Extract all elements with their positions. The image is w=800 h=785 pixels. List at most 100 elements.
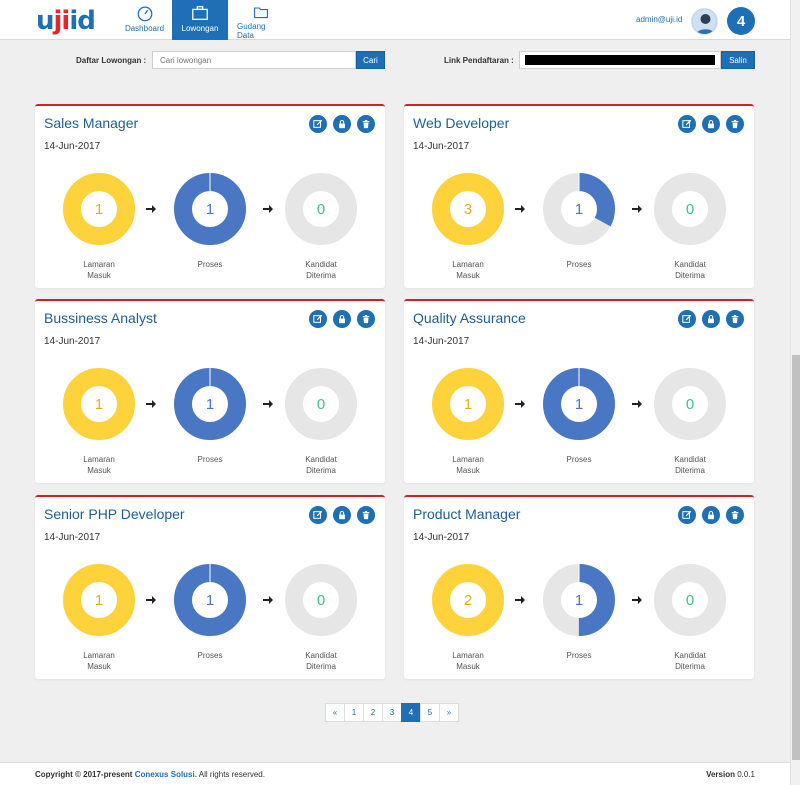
daftar-lowongan-label: Daftar Lowongan : bbox=[76, 56, 147, 65]
redacted-link bbox=[525, 55, 715, 65]
edit-icon bbox=[682, 314, 692, 323]
proses-donut: 1 bbox=[543, 173, 615, 245]
lock-icon bbox=[339, 315, 345, 324]
copyright-text: Copyright © 2017-present Conexus Solusi.… bbox=[35, 770, 265, 779]
arrow-right-icon bbox=[515, 596, 525, 604]
lamaran-masuk-donut: 1 bbox=[63, 368, 135, 440]
lamaran-masuk-value: 1 bbox=[94, 395, 104, 413]
card-actions bbox=[309, 310, 375, 328]
kandidat-diterima-label: Kandidat Diterima bbox=[305, 651, 337, 671]
avatar[interactable] bbox=[691, 8, 718, 35]
kandidat-diterima-label: Kandidat Diterima bbox=[305, 260, 337, 280]
lock-button[interactable] bbox=[333, 506, 351, 524]
job-card: Sales Manager 14-Jun-2017 1 1 0 Lamaran … bbox=[35, 104, 385, 288]
proses-label: Proses bbox=[566, 260, 592, 269]
kandidat-diterima-value: 0 bbox=[316, 591, 326, 609]
delete-button[interactable] bbox=[726, 506, 744, 524]
lamaran-masuk-donut: 3 bbox=[432, 173, 504, 245]
job-card: Product Manager 14-Jun-2017 2 1 0 Lamara… bbox=[404, 495, 754, 679]
notification-badge[interactable]: 4 bbox=[727, 7, 755, 35]
page-scrollbar[interactable] bbox=[790, 0, 800, 785]
company-link[interactable]: Conexus Solusi. bbox=[135, 770, 197, 779]
edit-button[interactable] bbox=[309, 310, 327, 328]
trash-icon bbox=[362, 120, 370, 129]
copy-link-button[interactable]: Salin bbox=[721, 51, 755, 69]
edit-button[interactable] bbox=[678, 115, 696, 133]
edit-button[interactable] bbox=[678, 506, 696, 524]
user-email[interactable]: admin@uji.id bbox=[636, 15, 682, 24]
pagination-page[interactable]: 3 bbox=[382, 703, 402, 722]
registration-link-field[interactable] bbox=[519, 51, 721, 69]
lamaran-masuk-label: Lamaran Masuk bbox=[452, 260, 484, 280]
job-title[interactable]: Web Developer bbox=[413, 115, 509, 131]
nav-lowongan-label: Lowongan bbox=[181, 24, 219, 33]
search-input[interactable] bbox=[152, 51, 356, 69]
nav-dashboard[interactable]: Dashboard bbox=[117, 0, 172, 40]
kandidat-diterima-value: 0 bbox=[316, 200, 326, 218]
proses-donut: 1 bbox=[543, 564, 615, 636]
lock-button[interactable] bbox=[333, 310, 351, 328]
nav-lowongan[interactable]: Lowongan bbox=[172, 0, 228, 40]
lamaran-masuk-donut: 1 bbox=[63, 173, 135, 245]
edit-icon bbox=[682, 510, 692, 519]
version-value: 0.0.1 bbox=[737, 770, 755, 779]
job-card: Bussiness Analyst 14-Jun-2017 1 1 0 Lama… bbox=[35, 299, 385, 483]
proses-label: Proses bbox=[566, 455, 592, 464]
job-title[interactable]: Sales Manager bbox=[44, 115, 138, 131]
arrow-right-icon bbox=[146, 205, 156, 213]
edit-button[interactable] bbox=[678, 310, 696, 328]
nav-gudang-data[interactable]: Gudang Data bbox=[228, 0, 293, 40]
job-date: 14-Jun-2017 bbox=[44, 336, 101, 347]
pagination-page[interactable]: 5 bbox=[420, 703, 440, 722]
job-title[interactable]: Quality Assurance bbox=[413, 310, 526, 326]
pagination-prev[interactable]: « bbox=[325, 703, 345, 722]
delete-button[interactable] bbox=[357, 115, 375, 133]
job-date: 14-Jun-2017 bbox=[44, 532, 101, 543]
edit-button[interactable] bbox=[309, 506, 327, 524]
delete-button[interactable] bbox=[357, 310, 375, 328]
job-title[interactable]: Bussiness Analyst bbox=[44, 310, 157, 326]
lock-button[interactable] bbox=[702, 115, 720, 133]
delete-button[interactable] bbox=[726, 115, 744, 133]
search-button[interactable]: Cari bbox=[356, 51, 385, 69]
pagination-page[interactable]: 1 bbox=[344, 703, 364, 722]
version-info: Version 0.0.1 bbox=[706, 770, 755, 779]
card-actions bbox=[678, 506, 744, 524]
job-date: 14-Jun-2017 bbox=[413, 532, 470, 543]
lamaran-masuk-value: 1 bbox=[94, 200, 104, 218]
trash-icon bbox=[362, 511, 370, 520]
lamaran-masuk-donut: 2 bbox=[432, 564, 504, 636]
delete-button[interactable] bbox=[726, 310, 744, 328]
pagination-page[interactable]: 2 bbox=[363, 703, 383, 722]
proses-donut: 1 bbox=[174, 564, 246, 636]
pagination-next[interactable]: » bbox=[439, 703, 459, 722]
edit-icon bbox=[313, 510, 323, 519]
logo-text-id: id bbox=[69, 6, 96, 36]
kandidat-diterima-donut: 0 bbox=[654, 368, 726, 440]
user-avatar-icon bbox=[692, 9, 717, 34]
kandidat-diterima-donut: 0 bbox=[285, 173, 357, 245]
lock-button[interactable] bbox=[702, 310, 720, 328]
lamaran-masuk-label: Lamaran Masuk bbox=[83, 260, 115, 280]
kandidat-diterima-donut: 0 bbox=[285, 368, 357, 440]
kandidat-diterima-value: 0 bbox=[685, 395, 695, 413]
lamaran-masuk-label: Lamaran Masuk bbox=[452, 651, 484, 671]
proses-donut: 1 bbox=[174, 368, 246, 440]
ujiid-logo[interactable]: u ji id bbox=[36, 6, 96, 36]
folder-icon bbox=[253, 7, 268, 19]
scrollbar-thumb[interactable] bbox=[792, 355, 800, 760]
job-title[interactable]: Product Manager bbox=[413, 506, 520, 522]
pagination-page[interactable]: 4 bbox=[401, 703, 421, 722]
trash-icon bbox=[731, 315, 739, 324]
lock-button[interactable] bbox=[333, 115, 351, 133]
briefcase-icon bbox=[192, 6, 208, 20]
job-card: Web Developer 14-Jun-2017 3 1 0 Lamaran … bbox=[404, 104, 754, 288]
lock-button[interactable] bbox=[702, 506, 720, 524]
edit-button[interactable] bbox=[309, 115, 327, 133]
job-title[interactable]: Senior PHP Developer bbox=[44, 506, 185, 522]
proses-value: 1 bbox=[205, 200, 215, 218]
kandidat-diterima-value: 0 bbox=[685, 591, 695, 609]
lock-icon bbox=[339, 120, 345, 129]
delete-button[interactable] bbox=[357, 506, 375, 524]
proses-label: Proses bbox=[197, 455, 223, 464]
